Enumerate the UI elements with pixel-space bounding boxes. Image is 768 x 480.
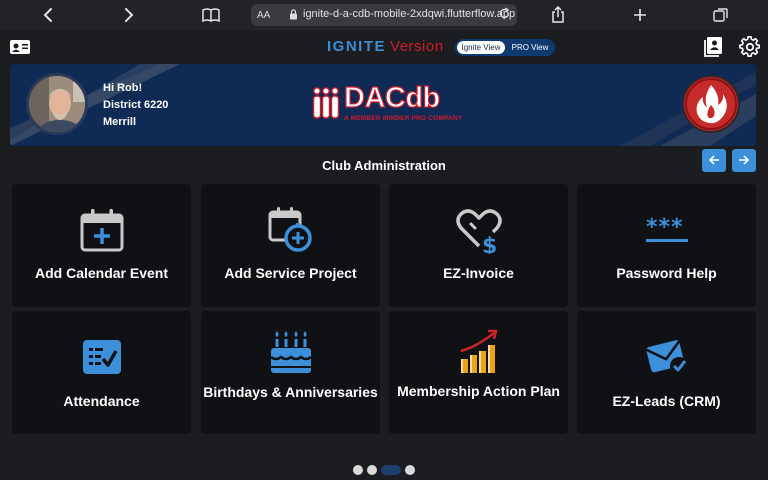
text-size-button[interactable]: AA — [257, 10, 270, 21]
checklist-icon — [82, 340, 121, 374]
logo-tagline: A MEMBER MINDER PRO COMPANY — [344, 115, 463, 122]
app-title-ignite: IGNITE — [327, 38, 387, 55]
view-toggle[interactable]: Ignite View PRO View — [455, 39, 555, 56]
greeting-block: Hi Rob! District 6220 Merrill — [103, 80, 168, 131]
new-tab-icon[interactable] — [627, 3, 653, 27]
svg-text:$: $ — [482, 234, 497, 254]
people-logo-icon — [312, 87, 340, 119]
tile-add-calendar-event[interactable]: Add Calendar Event — [12, 184, 191, 307]
app-title-version: Version — [390, 38, 444, 55]
page-dot-4[interactable] — [405, 465, 415, 475]
contact-card-icon[interactable] — [9, 38, 31, 60]
tile-birthdays-anniversaries[interactable]: Birthdays & Anniversaries — [201, 311, 380, 434]
directory-icon[interactable] — [703, 36, 725, 58]
settings-gear-icon[interactable] — [739, 36, 761, 58]
tile-label: EZ-Invoice — [443, 265, 514, 281]
district-text: District 6220 — [103, 99, 169, 111]
heart-dollar-icon: $ — [455, 209, 502, 254]
birthday-cake-icon — [269, 331, 312, 373]
greeting-text: Hi Rob! — [103, 82, 143, 94]
reload-icon[interactable] — [498, 7, 511, 23]
tile-ez-leads-crm[interactable]: EZ-Leads (CRM) — [577, 311, 756, 434]
page-dot-1[interactable] — [353, 465, 363, 475]
mail-check-icon — [645, 340, 688, 375]
profile-avatar[interactable] — [26, 73, 88, 135]
tile-label: Add Calendar Event — [34, 265, 169, 281]
password-icon: *** — [645, 215, 688, 242]
tile-label: EZ-Leads (CRM) — [612, 393, 721, 409]
bookmarks-icon[interactable] — [198, 3, 224, 27]
pro-view-option[interactable]: PRO View — [507, 41, 553, 54]
calendar-plus-icon — [80, 209, 123, 252]
address-bar[interactable]: AA ignite-d-a-cdb-mobile-2xdqwi.flutterf… — [251, 4, 517, 26]
logo-name: DACdb — [343, 81, 440, 114]
ignite-view-option[interactable]: Ignite View — [457, 41, 505, 54]
member-banner: Hi Rob! District 6220 Merrill DACdb A ME… — [10, 64, 756, 146]
share-icon[interactable] — [545, 3, 571, 27]
tile-label: Add Service Project — [224, 265, 357, 281]
tile-label: Password Help — [616, 265, 717, 281]
tile-ez-invoice[interactable]: $ EZ-Invoice — [389, 184, 568, 307]
forward-icon[interactable] — [116, 3, 142, 27]
back-icon[interactable] — [35, 3, 61, 27]
tile-password-help[interactable]: *** Password Help — [577, 184, 756, 307]
page-dot-2[interactable] — [367, 465, 377, 475]
tile-label: Membership Action Plan — [397, 383, 560, 399]
tile-membership-action-plan[interactable]: Membership Action Plan — [389, 311, 568, 434]
previous-page-button[interactable] — [702, 149, 726, 172]
svg-text:***: *** — [646, 215, 684, 240]
next-page-button[interactable] — [732, 149, 756, 172]
tabs-overview-icon[interactable] — [708, 3, 734, 27]
dacdb-logo: DACdb A MEMBER MINDER PRO COMPANY — [310, 81, 470, 126]
tile-attendance[interactable]: Attendance — [12, 311, 191, 434]
arrow-right-icon — [739, 155, 750, 165]
app-header: IGNITE Version Ignite View PRO View — [0, 30, 768, 64]
app-title: IGNITE Version — [327, 38, 444, 55]
arrow-left-icon — [708, 155, 719, 165]
section-title: Club Administration — [322, 158, 446, 173]
page-dot-3-active[interactable] — [381, 465, 401, 475]
tile-label: Attendance — [63, 393, 140, 409]
ignite-flame-seal — [682, 75, 740, 133]
calendar-clock-plus-icon — [268, 207, 312, 252]
lock-icon — [290, 9, 297, 20]
url-text: ignite-d-a-cdb-mobile-2xdqwi.flutterflow… — [303, 8, 516, 20]
club-text: Merrill — [103, 116, 137, 128]
tile-add-service-project[interactable]: Add Service Project — [201, 184, 380, 307]
browser-toolbar: AA ignite-d-a-cdb-mobile-2xdqwi.flutterf… — [0, 0, 768, 30]
growth-chart-icon — [460, 329, 498, 373]
tile-label: Birthdays & Anniversaries — [203, 384, 378, 400]
